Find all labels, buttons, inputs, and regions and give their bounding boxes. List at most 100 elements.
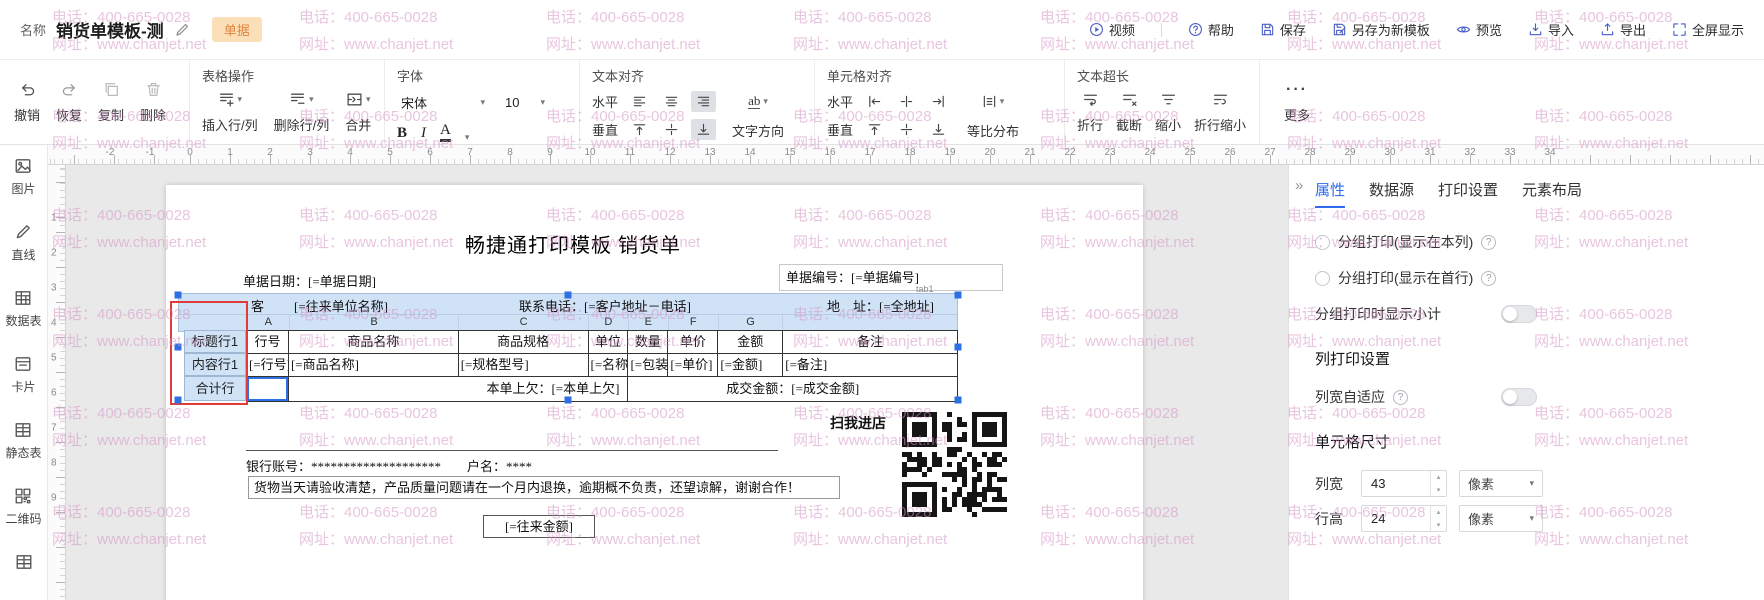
sidebar-item-data-table[interactable]: 数据表 [5, 289, 41, 329]
column-letter[interactable]: A [247, 315, 289, 331]
copy-button[interactable]: 复制 [98, 81, 124, 124]
align-left-button[interactable] [627, 91, 652, 112]
more-button[interactable]: ··· 更多 [1284, 81, 1310, 124]
help-icon[interactable]: ? [1481, 235, 1496, 250]
save-button[interactable]: 保存 [1260, 20, 1306, 39]
preview-button[interactable]: 预览 [1456, 20, 1502, 39]
table-header-cell[interactable]: 单位 [589, 331, 629, 354]
col-auto-toggle[interactable] [1501, 388, 1537, 406]
group-print-col-option[interactable]: 分组打印(显示在本列) ? [1315, 232, 1764, 252]
selection-handle[interactable] [955, 344, 962, 351]
col-width-stepper[interactable]: ▴▾ [1430, 471, 1446, 496]
valign-top-button[interactable] [627, 119, 652, 140]
sidebar-item-partial[interactable] [15, 553, 33, 571]
total-left-cell[interactable]: 本单上欠：[=本单上欠] [289, 377, 629, 402]
total-right-cell[interactable]: 成交金额：[=成交金额] [628, 377, 958, 402]
group-print-first-option[interactable]: 分组打印(显示在首行) ? [1315, 268, 1764, 288]
subtotal-toggle[interactable] [1501, 305, 1537, 323]
row-height-unit-select[interactable]: 像素▾ [1459, 505, 1543, 532]
row-height-input[interactable]: 24 ▴▾ [1361, 505, 1447, 532]
data-table[interactable]: 行号商品名称商品规格单位数量单价金额备注 [=行号][=商品名称][=规格型号]… [246, 330, 958, 402]
column-letter[interactable]: F [668, 315, 718, 331]
sidebar-item-image[interactable]: 图片 [11, 157, 35, 197]
radio-icon[interactable] [1315, 235, 1330, 250]
wrap-shrink-button[interactable]: 折行缩小 [1194, 91, 1246, 134]
step-down-icon[interactable]: ▾ [1431, 484, 1446, 497]
client-addr-field[interactable]: 地 址：[=全地址] [827, 296, 934, 315]
table-field-cell[interactable]: [=备注] [783, 354, 958, 377]
step-down-icon[interactable]: ▾ [1431, 519, 1446, 532]
selection-handle[interactable] [565, 292, 572, 299]
template-page[interactable]: 畅捷通打印模板 销货单 单据日期：[=单据日期] 单据编号：[=单据编号] ta… [166, 185, 1143, 600]
sidebar-item-static-table[interactable]: 静态表 [5, 421, 41, 461]
save-as-button[interactable]: 另存为新模板 [1332, 20, 1430, 39]
cell-valign-bottom-button[interactable] [926, 119, 951, 140]
valign-bottom-button[interactable] [691, 119, 716, 140]
column-letter[interactable]: D [588, 315, 628, 331]
font-color-dropdown-icon[interactable]: ▾ [465, 133, 470, 142]
table-header-cell[interactable]: 数量 [628, 331, 668, 354]
selection-handle[interactable] [955, 292, 962, 299]
tab-print-settings[interactable]: 打印设置 [1438, 179, 1498, 208]
col-width-value[interactable]: 43 [1362, 471, 1430, 496]
font-size-select[interactable]: 10▾ [501, 91, 549, 113]
client-info-band[interactable]: 客 [=往来单位名称] 联系电话：[=客户地址－电话] 地 址：[=全地址] A… [178, 293, 958, 332]
table-header-cell[interactable]: 金额 [718, 331, 783, 354]
client-label[interactable]: 客 [251, 296, 264, 315]
amount-field[interactable]: [=往来金额] [483, 515, 595, 538]
doc-number-field[interactable]: 单据编号：[=单据编号] [779, 264, 1003, 291]
row-type-label[interactable]: 内容行1 [184, 353, 246, 376]
import-button[interactable]: 导入 [1528, 20, 1574, 39]
row-type-label[interactable]: 标题行1 [184, 330, 246, 353]
distribute-button[interactable]: ▾ 等比分布 [967, 91, 1019, 147]
cell-halign-left-button[interactable] [862, 91, 887, 112]
cell-halign-right-button[interactable] [926, 91, 951, 112]
col-width-unit-select[interactable]: 像素▾ [1459, 470, 1543, 497]
tab-element-layout[interactable]: 元素布局 [1522, 179, 1582, 208]
row-type-label[interactable]: 合计行 [184, 376, 246, 401]
insert-row-col-button[interactable]: ▾插入行/列 [202, 91, 258, 134]
delete-row-col-button[interactable]: ▾删除行/列 [274, 91, 330, 134]
merge-button[interactable]: ▾合并 [345, 91, 371, 134]
column-letter[interactable]: E [628, 315, 668, 331]
document-title[interactable]: 畅捷通打印模板 销货单 [166, 229, 980, 258]
date-field[interactable]: 单据日期：[=单据日期] [243, 271, 376, 290]
column-letter[interactable] [782, 315, 957, 331]
sidebar-item-qrcode[interactable]: 二维码 [5, 487, 41, 527]
fullscreen-button[interactable]: 全屏显示 [1672, 20, 1744, 39]
client-phone-field[interactable]: 联系电话：[=客户地址－电话] [519, 296, 691, 315]
table-field-cell[interactable]: [=规格型号] [459, 354, 589, 377]
truncate-button[interactable]: 截断 [1116, 91, 1142, 134]
help-icon[interactable]: ? [1393, 390, 1408, 405]
sidebar-item-card[interactable]: 卡片 [11, 355, 35, 395]
table-field-cell[interactable]: [=名称] [589, 354, 629, 377]
tab-datasource[interactable]: 数据源 [1369, 179, 1414, 208]
qr-caption[interactable]: 扫我进店 [830, 413, 886, 433]
table-field-cell[interactable]: [=商品名称] [289, 354, 459, 377]
undo-button[interactable]: 撤销 [14, 81, 40, 124]
wrap-button[interactable]: 折行 [1077, 91, 1103, 134]
cell-halign-center-button[interactable] [894, 91, 919, 112]
align-center-button[interactable] [659, 91, 684, 112]
table-header-cell[interactable]: 备注 [783, 331, 958, 354]
table-field-cell[interactable]: [=金额] [718, 354, 783, 377]
export-button[interactable]: 导出 [1600, 20, 1646, 39]
help-icon[interactable]: ? [1481, 271, 1496, 286]
radio-icon[interactable] [1315, 271, 1330, 286]
valign-middle-button[interactable] [659, 119, 684, 140]
edit-title-icon[interactable] [174, 22, 190, 38]
font-family-select[interactable]: 宋体▾ [397, 91, 489, 113]
row-height-value[interactable]: 24 [1362, 506, 1430, 531]
table-header-cell[interactable]: 商品名称 [289, 331, 459, 354]
table-field-cell[interactable]: [=包装] [628, 354, 668, 377]
shrink-button[interactable]: 缩小 [1155, 91, 1181, 134]
table-header-cell[interactable]: 商品规格 [459, 331, 589, 354]
step-up-icon[interactable]: ▴ [1431, 471, 1446, 484]
selection-handle[interactable] [175, 397, 182, 404]
table-field-cell[interactable]: [=单价] [668, 354, 718, 377]
table-field-cell[interactable]: [=行号] [247, 354, 289, 377]
column-letter[interactable]: G [718, 315, 783, 331]
delete-button[interactable]: 删除 [140, 81, 166, 124]
design-canvas[interactable]: 畅捷通打印模板 销货单 单据日期：[=单据日期] 单据编号：[=单据编号] ta… [66, 165, 1288, 600]
bold-button[interactable]: B [397, 125, 407, 142]
